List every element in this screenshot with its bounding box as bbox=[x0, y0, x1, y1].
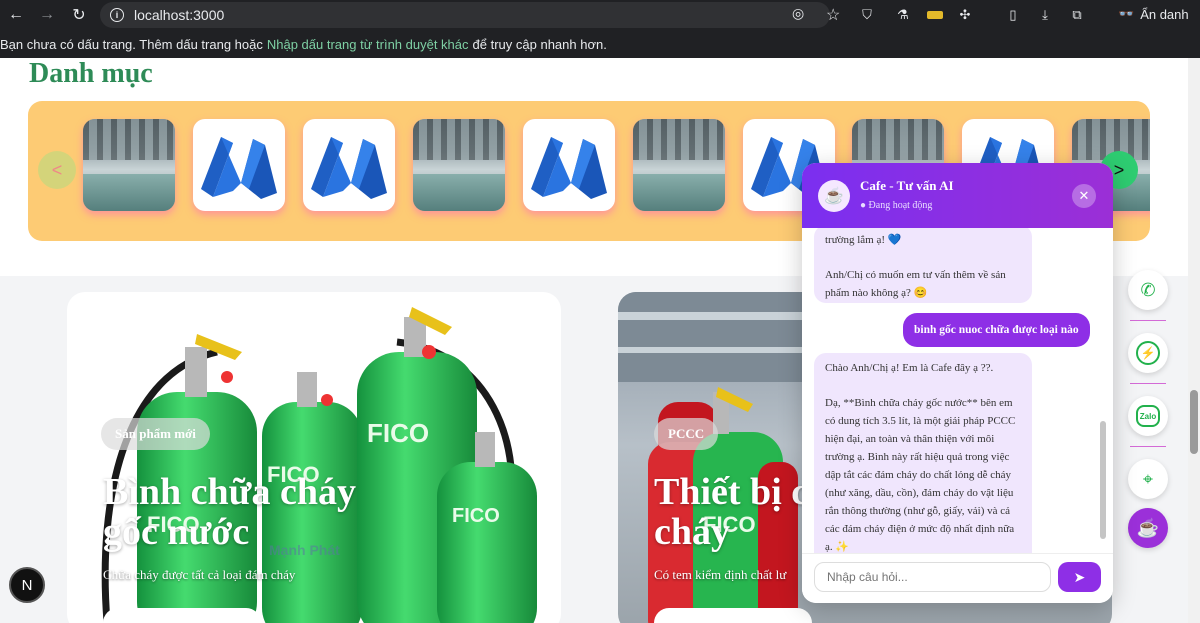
map-pin-icon: ⌖ bbox=[1142, 468, 1154, 489]
incognito-icon: 👓 bbox=[1118, 6, 1135, 21]
bookmark-bar-text: Bạn chưa có dấu trang. Thêm dấu trang ho… bbox=[0, 36, 263, 52]
category-tile-warehouse[interactable] bbox=[413, 119, 505, 211]
send-icon: ➤ bbox=[1073, 568, 1086, 585]
eye-off-icon[interactable]: ◎ bbox=[792, 5, 804, 22]
card-title-line2: gốc nước bbox=[103, 511, 250, 553]
category-tile-warehouse[interactable] bbox=[633, 119, 725, 211]
chat-title: Cafe - Tư vấn AI bbox=[860, 178, 954, 193]
contact-divider bbox=[1130, 383, 1166, 384]
send-button[interactable]: ➤ bbox=[1058, 562, 1101, 592]
contact-divider bbox=[1130, 446, 1166, 447]
category-tile-roof[interactable] bbox=[193, 119, 285, 211]
category-tile-roof[interactable] bbox=[303, 119, 395, 211]
chat-messages: trường lắm ạ! 💙 Anh/Chị có muốn em tư vấ… bbox=[802, 228, 1113, 553]
bookmark-bar-text-after: để truy cập nhanh hơn. bbox=[472, 36, 607, 52]
incognito-profile[interactable]: 👓 Ẩn danh bbox=[1118, 6, 1189, 22]
map-location-button[interactable]: ⌖ bbox=[1128, 459, 1168, 499]
close-icon[interactable]: ✕ bbox=[1072, 184, 1096, 208]
browser-toolbar: ← → ↻ i localhost:3000 ◎ ☆ ⛉ ⚗ ✣ ▯ ⤓ ⧉ 👓… bbox=[0, 0, 1200, 30]
chat-status: ● Đang hoạt động bbox=[860, 200, 933, 211]
bot-message: Chào Anh/Chị ạ! Em là Cafe đây ạ ??. Dạ,… bbox=[814, 353, 1032, 553]
bookmark-bar: Bạn chưa có dấu trang. Thêm dấu trang ho… bbox=[0, 30, 1200, 58]
card-subtitle: Chữa cháy được tất cả loại đám cháy bbox=[103, 567, 296, 582]
category-tile-warehouse[interactable] bbox=[83, 119, 175, 211]
messenger-icon: ⚡ bbox=[1136, 341, 1160, 365]
card-badge: PCCC bbox=[654, 418, 719, 450]
url-text[interactable]: localhost:3000 bbox=[134, 7, 224, 23]
card-title-line1: Thiết bị c bbox=[654, 471, 809, 513]
page-scrollbar[interactable] bbox=[1188, 58, 1200, 623]
incognito-label: Ẩn danh bbox=[1140, 6, 1189, 22]
chat-launcher-button[interactable]: ☕ bbox=[1128, 508, 1168, 548]
address-bar[interactable]: i localhost:3000 bbox=[100, 2, 830, 28]
card-cta-button[interactable] bbox=[654, 608, 812, 623]
category-heading: Danh mục bbox=[29, 58, 153, 89]
user-message: binh gốc nuoc chữa được loại nào bbox=[903, 313, 1090, 347]
puzzle-icon[interactable]: ✣ bbox=[956, 6, 974, 24]
svg-text:FICO: FICO bbox=[452, 505, 500, 527]
ai-chat-widget: ☕ Cafe - Tư vấn AI ● Đang hoạt động ✕ tr… bbox=[802, 163, 1113, 603]
chat-header: ☕ Cafe - Tư vấn AI ● Đang hoạt động ✕ bbox=[802, 163, 1113, 228]
card-subtitle: Có tem kiểm định chất lư bbox=[654, 567, 787, 582]
chat-footer: ➤ bbox=[802, 553, 1113, 603]
dev-tools-badge[interactable]: N bbox=[9, 567, 45, 603]
carousel-prev-button[interactable]: < bbox=[38, 151, 76, 189]
card-badge: Sản phẩm mới bbox=[101, 418, 210, 450]
site-info-icon[interactable]: i bbox=[110, 8, 124, 22]
bot-message-text: Anh/Chị có muốn em tư vấn thêm về sản ph… bbox=[825, 269, 1006, 299]
roof-panel-image bbox=[311, 137, 387, 199]
split-view-icon[interactable]: ▯ bbox=[1004, 6, 1022, 24]
zalo-icon: Zalo bbox=[1136, 405, 1160, 427]
category-tile-roof[interactable] bbox=[523, 119, 615, 211]
bottle-brand-label: FICO bbox=[367, 418, 429, 448]
reload-icon[interactable]: ↻ bbox=[68, 4, 90, 26]
bot-message: trường lắm ạ! 💙 Anh/Chị có muốn em tư vấ… bbox=[814, 228, 1032, 303]
bot-message-text: trường lắm ạ! 💙 bbox=[825, 234, 902, 246]
import-bookmarks-link[interactable]: Nhập dấu trang từ trình duyệt khác bbox=[267, 37, 469, 52]
chat-scrollbar[interactable] bbox=[1100, 421, 1106, 539]
back-arrow-icon[interactable]: ← bbox=[5, 4, 27, 26]
brand-watermark: Mạnh Phát bbox=[269, 542, 340, 558]
shield-extension-icon[interactable]: ⛉ bbox=[858, 6, 876, 24]
download-icon[interactable]: ⤓ bbox=[1036, 6, 1054, 24]
extension-icon[interactable]: ⚗ bbox=[894, 6, 912, 24]
zalo-button[interactable]: Zalo bbox=[1128, 396, 1168, 436]
banner-card-water-extinguisher[interactable]: FICO FICO FICO FICO Sản phẩm mới Bình ch… bbox=[67, 292, 561, 623]
phone-call-button[interactable]: ✆ bbox=[1128, 270, 1168, 310]
bookmark-star-icon[interactable]: ☆ bbox=[826, 5, 840, 25]
bot-message-text: Dạ, **Bình chữa cháy gốc nước** bên em c… bbox=[825, 397, 1016, 553]
messenger-button[interactable]: ⚡ bbox=[1128, 333, 1168, 373]
roof-panel-image bbox=[201, 137, 277, 199]
bot-message-text: Chào Anh/Chị ạ! Em là Cafe đây ạ ??. bbox=[825, 362, 994, 374]
coffee-cup-icon: ☕ bbox=[1136, 517, 1160, 538]
contact-divider bbox=[1130, 320, 1166, 321]
card-title-line2: cháy bbox=[654, 511, 730, 553]
card-title-line1: Bình chữa cháy bbox=[103, 471, 356, 513]
page-scroll-thumb[interactable] bbox=[1190, 390, 1198, 454]
phone-icon: ✆ bbox=[1140, 279, 1156, 300]
card-extension-icon[interactable] bbox=[926, 6, 944, 24]
coffee-cup-icon: ☕ bbox=[818, 180, 850, 212]
card-cta-button[interactable] bbox=[103, 608, 261, 623]
screenshot-icon[interactable]: ⧉ bbox=[1068, 6, 1086, 24]
chat-input[interactable] bbox=[814, 562, 1051, 592]
forward-arrow-icon[interactable]: → bbox=[36, 4, 58, 26]
roof-panel-image bbox=[531, 137, 607, 199]
